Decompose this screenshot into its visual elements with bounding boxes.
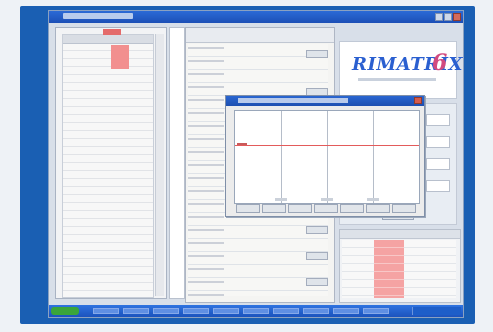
brand-logo: RIMATRIX 6 <box>339 41 463 99</box>
property-button[interactable] <box>306 226 328 234</box>
taskbar-item[interactable] <box>333 308 359 314</box>
property-button[interactable] <box>306 50 328 58</box>
side-field[interactable] <box>426 158 450 170</box>
grid-header-highlight <box>103 29 121 35</box>
dialog-close-button[interactable] <box>414 97 422 104</box>
logo-tagline <box>358 78 436 81</box>
measurement-line <box>235 145 419 146</box>
logo-number: 6 <box>432 50 448 76</box>
side-field[interactable] <box>426 114 450 126</box>
start-button[interactable] <box>51 307 79 315</box>
dialog-button[interactable] <box>288 204 312 213</box>
side-field[interactable] <box>426 180 450 192</box>
grid-selected-cells[interactable] <box>111 45 129 69</box>
taskbar-item[interactable] <box>243 308 269 314</box>
taskbar-item[interactable] <box>153 308 179 314</box>
plot-area <box>234 110 420 204</box>
plot-gridline <box>373 111 374 203</box>
side-field[interactable] <box>426 136 450 148</box>
taskbar-item[interactable] <box>273 308 299 314</box>
results-panel <box>339 229 461 303</box>
taskbar-item[interactable] <box>213 308 239 314</box>
dialog-button[interactable] <box>392 204 416 213</box>
plot-gridline <box>281 111 282 203</box>
property-button[interactable] <box>306 278 328 286</box>
grid-header <box>63 35 153 44</box>
app-title <box>63 13 133 19</box>
dialog-button[interactable] <box>314 204 338 213</box>
taskbar-item[interactable] <box>123 308 149 314</box>
chart-dialog <box>225 95 425 217</box>
taskbar-item[interactable] <box>183 308 209 314</box>
system-tray[interactable] <box>412 307 461 315</box>
taskbar <box>49 305 463 317</box>
property-button[interactable] <box>306 252 328 260</box>
app-titlebar <box>49 11 463 23</box>
dialog-title <box>238 98 348 103</box>
dialog-button[interactable] <box>236 204 260 213</box>
taskbar-item[interactable] <box>363 308 389 314</box>
maximize-button[interactable] <box>444 13 452 21</box>
blank-pane <box>169 27 185 299</box>
dialog-button[interactable] <box>262 204 286 213</box>
taskbar-item[interactable] <box>303 308 329 314</box>
results-highlight-column <box>374 240 404 298</box>
dialog-titlebar <box>226 96 424 106</box>
x-axis-label <box>367 198 379 201</box>
screen: RIMATRIX 6 <box>48 10 464 318</box>
x-axis-label <box>275 198 287 201</box>
close-button[interactable] <box>453 13 461 21</box>
properties-header <box>186 28 334 43</box>
photo-frame: RIMATRIX 6 <box>0 0 493 332</box>
x-axis-label <box>321 198 333 201</box>
properties-labels <box>188 44 224 296</box>
data-grid[interactable] <box>62 29 154 298</box>
results-header <box>340 230 460 239</box>
vertical-scrollbar[interactable] <box>155 34 164 296</box>
minimize-button[interactable] <box>435 13 443 21</box>
plot-gridline <box>327 111 328 203</box>
left-panel <box>55 27 167 299</box>
dialog-button[interactable] <box>366 204 390 213</box>
taskbar-item[interactable] <box>93 308 119 314</box>
dialog-button[interactable] <box>340 204 364 213</box>
